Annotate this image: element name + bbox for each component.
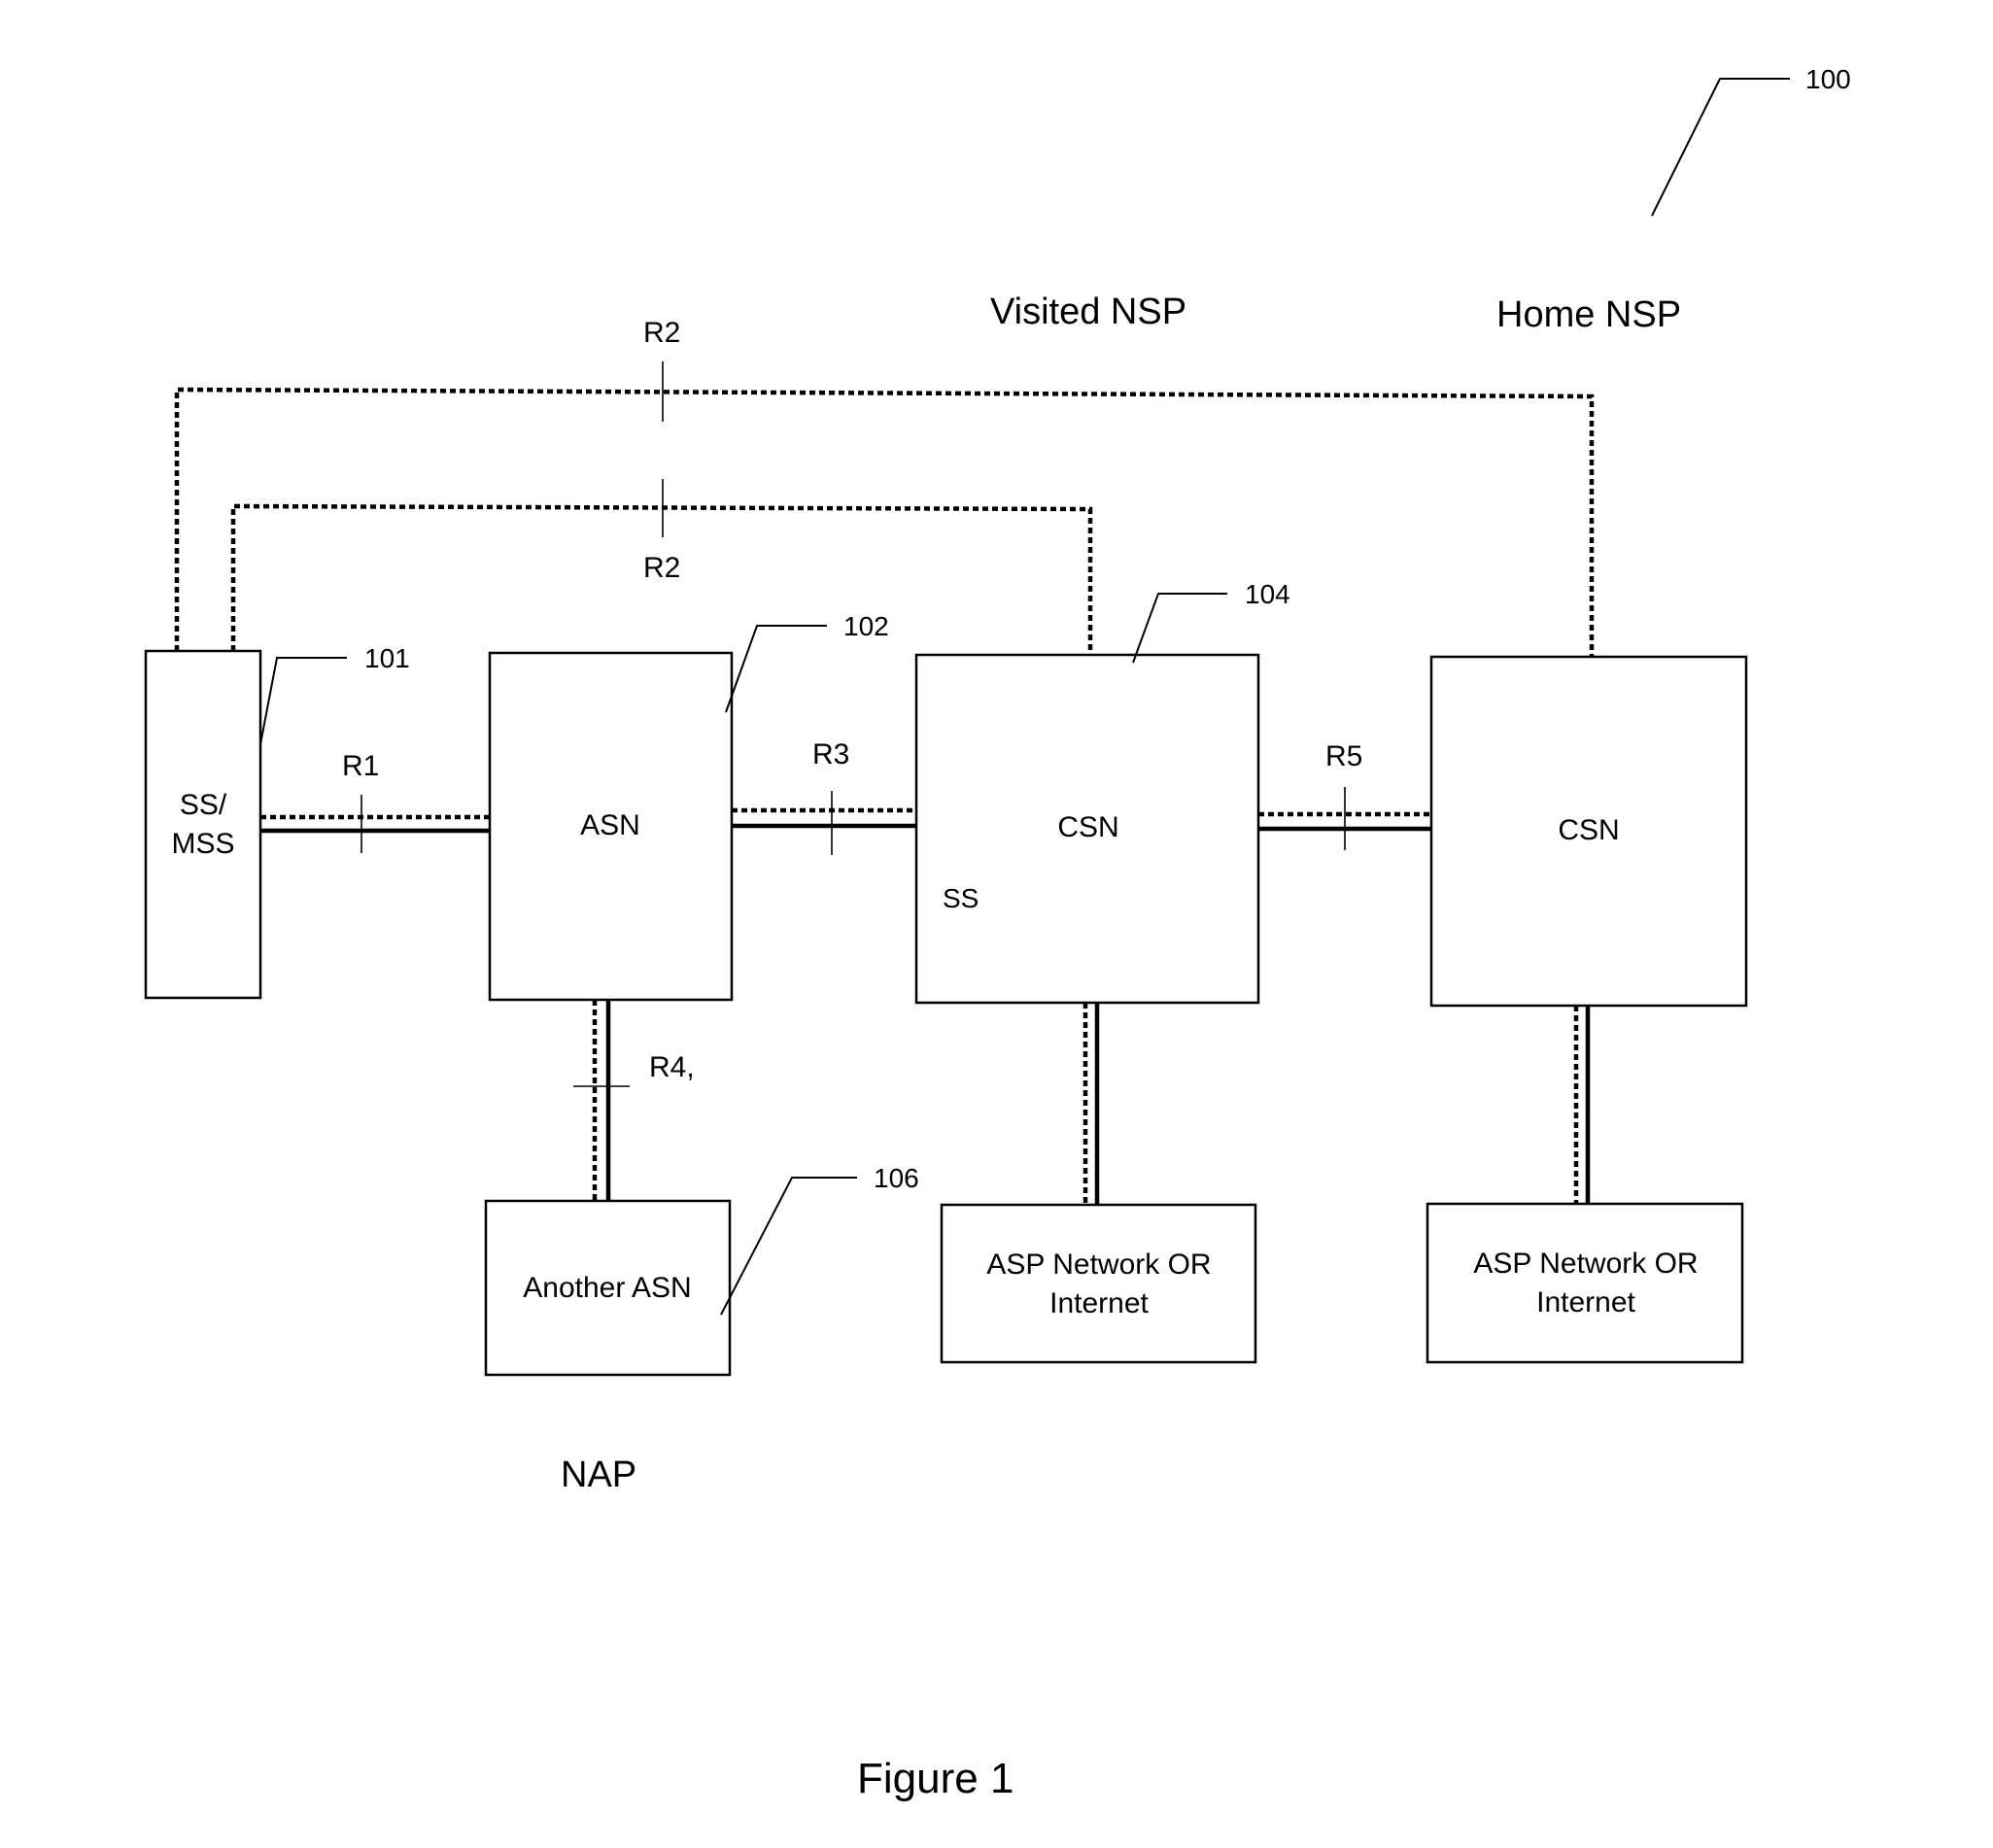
leader-line-101 [259,657,347,745]
r2-outer-label: R2 [643,317,680,349]
visited-asp-label-line2: Internet [1049,1287,1149,1319]
visited-csn-sublabel: SS [943,883,979,913]
ss-mss-label-line1: SS/ [180,789,227,821]
r3-label: R3 [812,738,849,770]
leader-line-102 [725,625,827,713]
r5-label: R5 [1325,740,1362,772]
home-asp-label-line2: Internet [1536,1286,1635,1318]
asn-label: ASN [580,809,640,841]
r3-connection: R3 [732,738,916,855]
visited-asp-label-line1: ASP Network OR [986,1249,1211,1281]
visited-csn-asp-connection [1082,1003,1100,1205]
ss-mss-label-line2: MSS [171,828,234,860]
region-label-visited-nsp: Visited NSP [990,291,1186,332]
reference-number-106: 106 [874,1163,919,1193]
network-architecture-diagram: 100 Visited NSP Home NSP NAP R2 R2 R1 R3… [144,64,1851,1802]
leader-line-106 [720,1177,857,1316]
leader-line-104 [1132,593,1227,664]
asn-node[interactable]: ASN 102 [488,611,889,1002]
visited-asp-node[interactable]: ASP Network OR Internet [940,1203,1257,1364]
reference-number-100: 100 [1805,64,1851,94]
r2-inner-connection: R2 [230,479,1093,655]
another-asn-node[interactable]: Another ASN 106 [484,1163,919,1377]
r1-label: R1 [342,750,379,782]
reference-number-102: 102 [843,611,889,641]
visited-csn-node[interactable]: CSN SS 104 [914,579,1290,1005]
visited-csn-label: CSN [1057,811,1118,843]
leader-line-100 [1651,78,1790,217]
region-label-home-nsp: Home NSP [1496,294,1681,335]
r4-label: R4, [649,1051,695,1083]
reference-number-101: 101 [364,643,410,673]
home-asp-node[interactable]: ASP Network OR Internet [1426,1202,1744,1364]
region-label-nap: NAP [561,1454,636,1495]
home-asp-box[interactable] [1426,1202,1744,1364]
r2-inner-label: R2 [643,552,680,584]
r2-outer-connection: R2 [174,317,1595,657]
r5-connection: R5 [1258,740,1431,850]
ss-mss-node[interactable]: SS/ MSS 101 [144,643,410,1000]
home-csn-label: CSN [1558,814,1619,846]
r1-connection: R1 [260,750,490,853]
ss-mss-box[interactable] [144,649,262,1000]
visited-asp-box[interactable] [940,1203,1257,1364]
home-asp-label-line1: ASP Network OR [1473,1248,1698,1280]
r4-connection: R4, [573,1000,695,1201]
home-csn-asp-connection [1573,1006,1591,1204]
home-csn-node[interactable]: CSN [1429,655,1748,1008]
figure-caption: Figure 1 [857,1755,1014,1802]
another-asn-label: Another ASN [523,1272,691,1304]
reference-100: 100 [1651,64,1851,217]
reference-number-104: 104 [1245,579,1290,609]
